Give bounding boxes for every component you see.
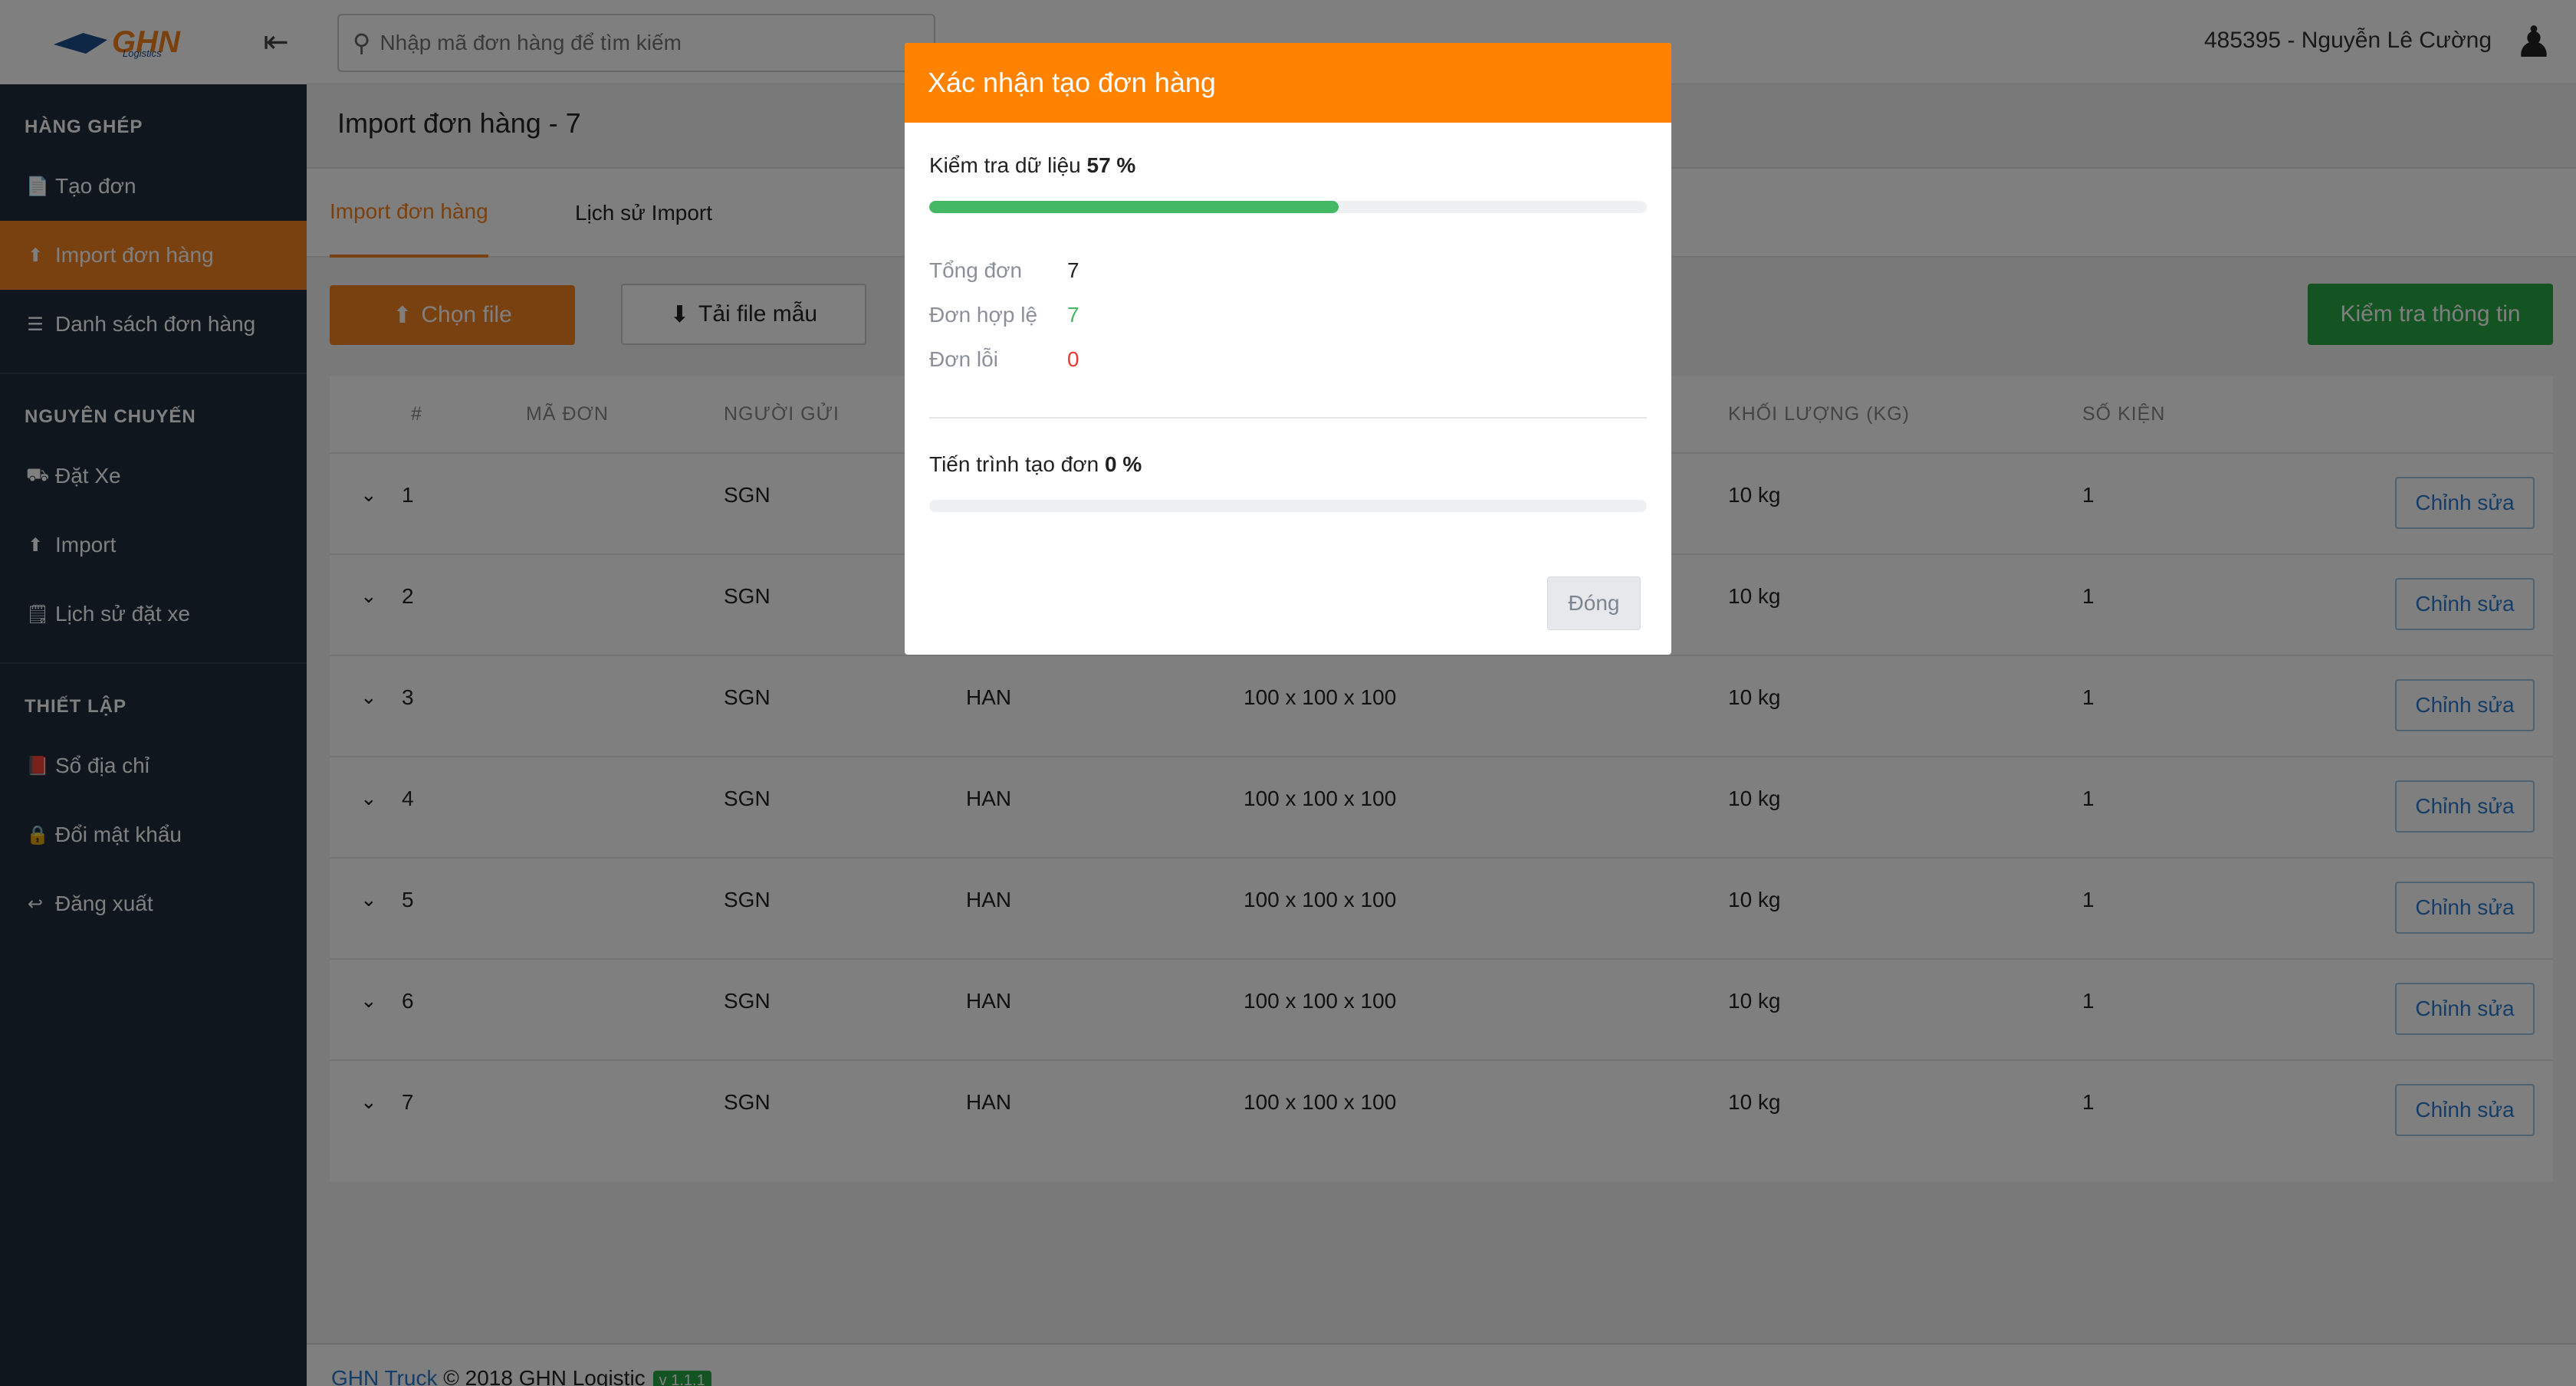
stat-label: Đơn lỗi <box>929 347 998 371</box>
stats-list: Tổng đơn 7 Đơn hợp lệ 7 Đơn lỗi 0 <box>929 248 1647 382</box>
data-check-label: Kiểm tra dữ liệu 57 % <box>929 153 1647 178</box>
stat-value: 7 <box>1067 303 1079 327</box>
create-progress-label: Tiến trình tạo đơn 0 % <box>929 452 1647 477</box>
close-button[interactable]: Đóng <box>1547 576 1641 630</box>
stat-label: Tổng đơn <box>929 258 1023 282</box>
data-check-text: Kiểm tra dữ liệu <box>929 153 1081 177</box>
stat-label: Đơn hợp lệ <box>929 303 1038 327</box>
data-check-percent: 57 % <box>1086 153 1136 177</box>
data-check-progress-fill <box>929 201 1339 213</box>
stat-row: Tổng đơn 7 <box>929 248 1647 293</box>
stat-row: Đơn hợp lệ 7 <box>929 293 1647 337</box>
create-progress-percent: 0 % <box>1105 452 1142 476</box>
modal-body: Kiểm tra dữ liệu 57 % Tổng đơn 7 Đơn hợp l… <box>905 123 1671 512</box>
create-order-modal: Xác nhận tạo đơn hàng Kiểm tra dữ liệu 5… <box>905 43 1671 655</box>
stat-value: 7 <box>1067 258 1079 282</box>
modal-divider <box>929 417 1647 419</box>
stat-value: 0 <box>1067 347 1079 371</box>
data-check-progress <box>929 201 1647 213</box>
create-progress-text: Tiến trình tạo đơn <box>929 452 1099 476</box>
modal-title: Xác nhận tạo đơn hàng <box>905 43 1671 123</box>
create-progress-bar <box>929 500 1647 512</box>
stat-row: Đơn lỗi 0 <box>929 337 1647 382</box>
